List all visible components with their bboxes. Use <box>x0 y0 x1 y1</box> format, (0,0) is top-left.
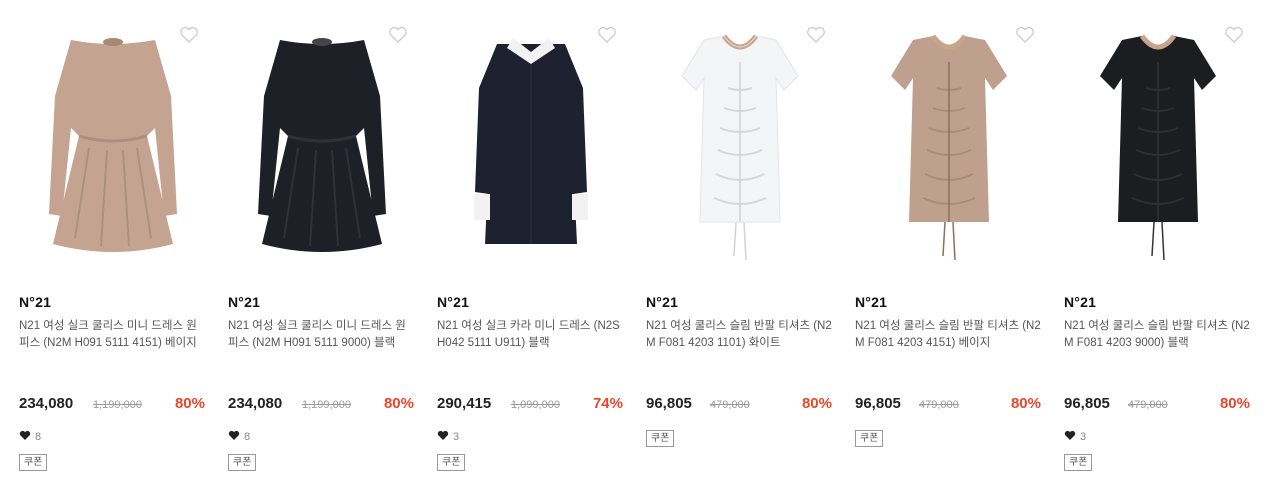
sale-price: 234,080 <box>228 395 283 412</box>
like-count-value: 8 <box>35 431 42 443</box>
dress-illustration <box>474 38 588 244</box>
like-count-value: 3 <box>453 431 460 443</box>
original-price: 479,000 <box>710 399 750 411</box>
product-card[interactable]: N°21 N21 여성 쿨리스 슬림 반팔 티셔츠 (N2M F081 4203 … <box>855 0 1043 497</box>
brand-name[interactable]: N°21 <box>437 294 469 310</box>
product-image[interactable] <box>437 18 625 266</box>
discount-rate: 80% <box>1010 395 1041 412</box>
dress-illustration <box>1100 34 1216 261</box>
coupon-badge: 쿠폰 <box>19 454 48 471</box>
sale-price: 290,415 <box>437 395 492 412</box>
discount-rate: 74% <box>592 395 623 412</box>
product-name[interactable]: N21 여성 쿨리스 슬림 반팔 티셔츠 (N2M F081 4203 1101… <box>646 318 834 352</box>
like-count: 3 <box>1064 430 1086 443</box>
heart-filled-icon <box>437 430 449 441</box>
discount-rate: 80% <box>1219 395 1250 412</box>
coupon-badge: 쿠폰 <box>855 430 884 447</box>
original-price: 1,099,000 <box>511 399 560 411</box>
like-count-value: 8 <box>244 431 251 443</box>
heart-filled-icon <box>19 430 31 441</box>
wishlist-heart-icon[interactable] <box>1015 26 1035 44</box>
sale-price: 234,080 <box>19 395 74 412</box>
product-image[interactable] <box>646 18 834 266</box>
wishlist-heart-icon[interactable] <box>179 26 199 44</box>
dress-illustration <box>891 34 1007 261</box>
coupon-badge: 쿠폰 <box>228 454 257 471</box>
product-name[interactable]: N21 여성 실크 카라 미니 드레스 (N2S H042 5111 U911)… <box>437 318 625 352</box>
price-row: 96,805 479,000 80% <box>855 395 1043 415</box>
discount-rate: 80% <box>174 395 205 412</box>
price-row: 290,415 1,099,000 74% <box>437 395 625 415</box>
original-price: 1,199,000 <box>93 399 142 411</box>
sale-price: 96,805 <box>646 395 692 412</box>
product-grid: N°21 N21 여성 실크 쿨리스 미니 드레스 원피스 (N2M H091 5… <box>0 0 1280 497</box>
brand-name[interactable]: N°21 <box>855 294 887 310</box>
dress-illustration <box>681 34 799 261</box>
like-count-value: 3 <box>1080 431 1087 443</box>
coupon-badge: 쿠폰 <box>437 454 466 471</box>
product-name[interactable]: N21 여성 실크 쿨리스 미니 드레스 원피스 (N2M H091 5111 … <box>228 318 416 352</box>
brand-name[interactable]: N°21 <box>1064 294 1096 310</box>
product-card[interactable]: N°21 N21 여성 쿨리스 슬림 반팔 티셔츠 (N2M F081 4203 … <box>1064 0 1252 497</box>
product-card[interactable]: N°21 N21 여성 실크 쿨리스 미니 드레스 원피스 (N2M H091 5… <box>228 0 416 497</box>
price-row: 234,080 1,199,000 80% <box>228 395 416 415</box>
product-image[interactable] <box>1064 18 1252 266</box>
price-row: 96,805 479,000 80% <box>646 395 834 415</box>
product-card[interactable]: N°21 N21 여성 쿨리스 슬림 반팔 티셔츠 (N2M F081 4203 … <box>646 0 834 497</box>
wishlist-heart-icon[interactable] <box>597 26 617 44</box>
product-name[interactable]: N21 여성 쿨리스 슬림 반팔 티셔츠 (N2M F081 4203 9000… <box>1064 318 1252 352</box>
like-count: 8 <box>19 430 41 443</box>
coupon-badge: 쿠폰 <box>646 430 675 447</box>
dress-illustration <box>49 38 177 252</box>
heart-filled-icon <box>1064 430 1076 441</box>
like-count: 3 <box>437 430 459 443</box>
like-count: 8 <box>228 430 250 443</box>
product-image[interactable] <box>855 18 1043 266</box>
discount-rate: 80% <box>383 395 414 412</box>
sale-price: 96,805 <box>1064 395 1110 412</box>
brand-name[interactable]: N°21 <box>646 294 678 310</box>
heart-filled-icon <box>228 430 240 441</box>
price-row: 234,080 1,199,000 80% <box>19 395 207 415</box>
coupon-badge: 쿠폰 <box>1064 454 1093 471</box>
product-name[interactable]: N21 여성 쿨리스 슬림 반팔 티셔츠 (N2M F081 4203 4151… <box>855 318 1043 352</box>
original-price: 479,000 <box>919 399 959 411</box>
original-price: 479,000 <box>1128 399 1168 411</box>
product-card[interactable]: N°21 N21 여성 실크 카라 미니 드레스 (N2S H042 5111 U… <box>437 0 625 497</box>
brand-name[interactable]: N°21 <box>228 294 260 310</box>
product-image[interactable] <box>228 18 416 266</box>
wishlist-heart-icon[interactable] <box>1224 26 1244 44</box>
sale-price: 96,805 <box>855 395 901 412</box>
product-name[interactable]: N21 여성 실크 쿨리스 미니 드레스 원피스 (N2M H091 5111 … <box>19 318 207 352</box>
original-price: 1,199,000 <box>302 399 351 411</box>
product-image[interactable] <box>19 18 207 266</box>
brand-name[interactable]: N°21 <box>19 294 51 310</box>
discount-rate: 80% <box>801 395 832 412</box>
wishlist-heart-icon[interactable] <box>806 26 826 44</box>
dress-illustration <box>258 38 386 252</box>
wishlist-heart-icon[interactable] <box>388 26 408 44</box>
price-row: 96,805 479,000 80% <box>1064 395 1252 415</box>
product-card[interactable]: N°21 N21 여성 실크 쿨리스 미니 드레스 원피스 (N2M H091 5… <box>19 0 207 497</box>
